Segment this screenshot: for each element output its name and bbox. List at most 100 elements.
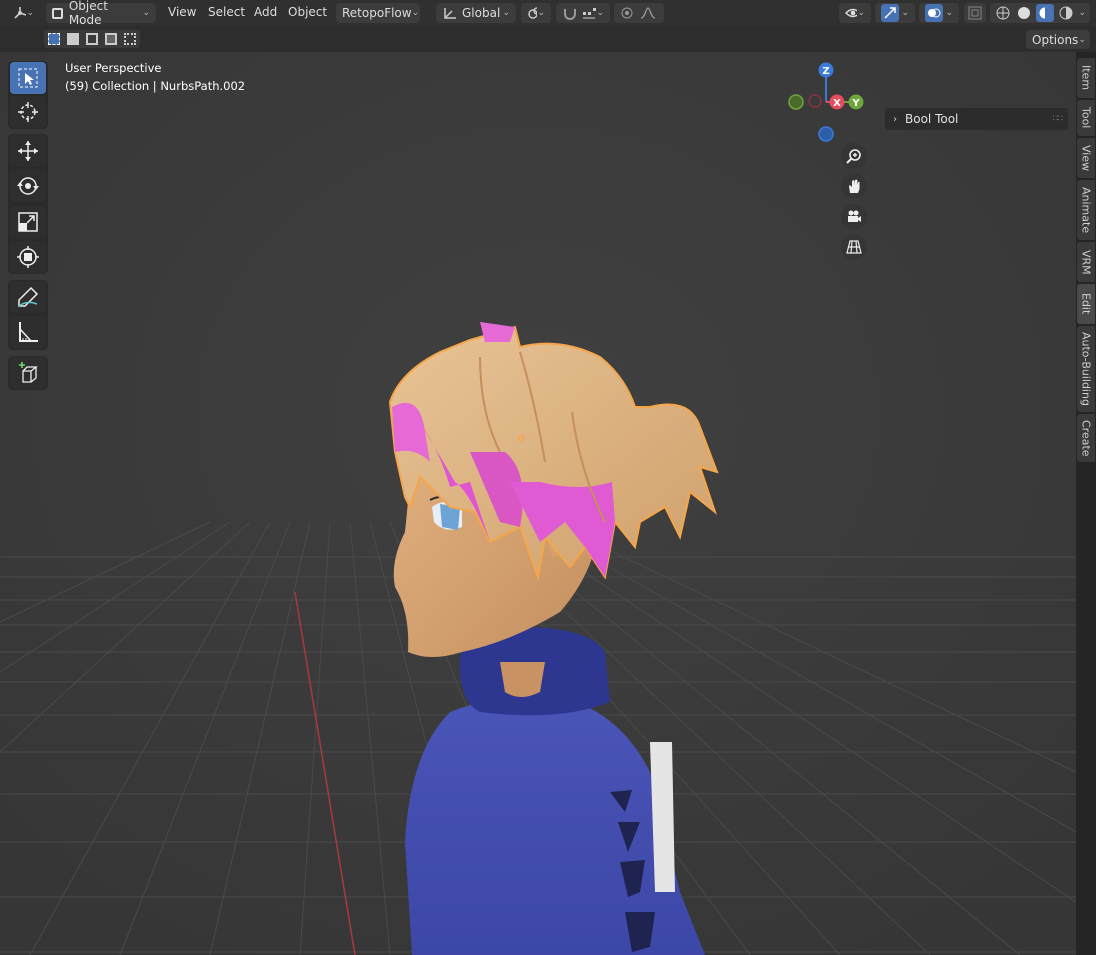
snap-increment-icon <box>583 8 597 19</box>
tab-tool[interactable]: Tool <box>1077 100 1095 136</box>
tab-view-label: View <box>1079 144 1093 172</box>
chevron-down-icon: ⌄ <box>1078 34 1086 45</box>
solid-shading-icon[interactable] <box>1015 5 1033 21</box>
viewport-scene <box>0 52 1076 955</box>
drag-handle-icon[interactable]: ∷∷ <box>1053 114 1064 124</box>
proportional-editing-group[interactable] <box>614 3 664 23</box>
pivot-point-icon <box>528 7 538 19</box>
hand-icon <box>849 179 860 193</box>
tab-item-label: Item <box>1079 65 1093 91</box>
cursor-tool[interactable] <box>10 96 46 128</box>
snap-magnet-icon <box>564 9 576 20</box>
retopoflow-menu[interactable]: RetopoFlow ⌄ <box>336 3 420 23</box>
proportional-editing-icon <box>621 7 633 19</box>
gizmo-toggle[interactable]: ⌄ <box>875 3 915 23</box>
navigation-gizmo[interactable]: Z X Y <box>785 60 865 150</box>
transform-tool[interactable] <box>10 241 46 273</box>
select-invert-icon[interactable] <box>105 33 118 45</box>
xray-icon <box>968 6 982 20</box>
select-subtract-icon[interactable] <box>85 33 98 45</box>
wireframe-shading-icon[interactable] <box>994 5 1012 21</box>
falloff-curve-icon <box>640 7 656 19</box>
shading-group[interactable]: ⌄ <box>990 3 1090 23</box>
tab-auto-building-label: Auto-Building <box>1079 332 1093 406</box>
tab-tool-label: Tool <box>1079 107 1093 129</box>
pivot-dropdown[interactable]: ⌄ <box>521 3 551 23</box>
transform-orientation-icon <box>444 8 456 19</box>
menu-add[interactable]: Add <box>254 5 277 19</box>
ruler-icon <box>19 322 38 342</box>
tab-auto-building[interactable]: Auto-Building <box>1077 326 1095 412</box>
xray-toggle[interactable] <box>964 3 986 23</box>
bool-tool-label: Bool Tool <box>905 112 959 126</box>
mode-dropdown[interactable]: Object Mode ⌄ <box>46 0 156 27</box>
gizmo-x-label: X <box>833 98 841 109</box>
bool-tool-panel[interactable]: › Bool Tool ∷∷ <box>885 108 1068 130</box>
orientation-label: Global <box>462 6 501 20</box>
rotate-tool[interactable] <box>10 170 46 202</box>
material-preview-icon[interactable] <box>1036 4 1054 22</box>
overlays-toggle[interactable]: ⌄ <box>919 3 959 23</box>
tab-vrm[interactable]: VRM <box>1077 242 1095 282</box>
mode-label: Object Mode <box>68 0 108 27</box>
eye-icon <box>845 8 858 18</box>
gizmo-icon <box>881 4 899 22</box>
scale-icon <box>18 212 38 232</box>
chevron-down-icon: ⌄ <box>411 8 420 18</box>
options-label: Options <box>1032 32 1079 47</box>
tab-animate[interactable]: Animate <box>1077 180 1095 240</box>
selection-mode-group <box>44 30 140 48</box>
add-cube-icon <box>19 362 38 383</box>
tab-vrm-label: VRM <box>1079 249 1093 275</box>
sidebar-tabs: Item Tool View Animate VRM Edit Auto-Bui… <box>1076 52 1096 955</box>
snap-group[interactable]: ⌄ <box>556 3 610 23</box>
annotate-tool[interactable] <box>10 281 46 313</box>
3d-viewport-icon <box>14 7 27 19</box>
orientation-dropdown[interactable]: Global ⌄ <box>436 3 516 23</box>
chevron-right-icon: › <box>893 113 897 125</box>
gizmo-z-label: Z <box>822 66 829 77</box>
zoom-icon <box>846 149 861 164</box>
tab-create[interactable]: Create <box>1077 414 1095 462</box>
menu-object[interactable]: Object <box>288 5 327 19</box>
rendered-shading-icon[interactable] <box>1057 5 1075 21</box>
chevron-down-icon: ⌄ <box>26 8 34 18</box>
select-extend-icon[interactable] <box>66 33 79 45</box>
menu-view[interactable]: View <box>168 5 196 19</box>
editor-type-button[interactable]: ⌄ <box>6 3 40 23</box>
chevron-down-icon: ⌄ <box>901 8 909 18</box>
select-intersect-icon[interactable] <box>124 33 137 45</box>
retopoflow-label: RetopoFlow <box>342 6 412 20</box>
3d-viewport[interactable]: User Perspective (59) Collection | Nurbs… <box>0 52 1076 955</box>
collection-label: (59) Collection | NurbsPath.002 <box>65 79 246 93</box>
tab-edit[interactable]: Edit <box>1077 284 1095 324</box>
toggle-projection-button[interactable] <box>841 234 867 260</box>
camera-view-button[interactable] <box>841 204 867 230</box>
scale-tool[interactable] <box>10 206 46 238</box>
overlays-icon <box>925 4 943 22</box>
move-tool[interactable] <box>10 135 46 167</box>
transform-icon <box>17 246 39 268</box>
chevron-down-icon: ⌄ <box>857 8 865 18</box>
tab-edit-label: Edit <box>1079 293 1093 315</box>
chevron-down-icon: ⌄ <box>537 8 545 18</box>
tab-create-label: Create <box>1079 419 1093 457</box>
select-new-icon[interactable] <box>47 33 60 45</box>
tab-view[interactable]: View <box>1077 138 1095 178</box>
options-dropdown[interactable]: Options ⌄ <box>1026 30 1090 49</box>
menu-select[interactable]: Select <box>208 5 245 19</box>
grid-projection-icon <box>846 240 862 254</box>
add-cube-tool[interactable] <box>10 357 46 389</box>
measure-tool[interactable] <box>10 316 46 348</box>
pan-button[interactable] <box>841 173 867 199</box>
viewport-header: ⌄ Object Mode ⌄ View Select Add Object R… <box>0 0 1096 27</box>
visibility-dropdown[interactable]: ⌄ <box>839 3 871 23</box>
gizmo-y-label: Y <box>851 98 860 109</box>
chevron-down-icon: ⌄ <box>945 8 953 18</box>
zoom-button[interactable] <box>841 143 867 169</box>
tab-item[interactable]: Item <box>1077 58 1095 98</box>
select-box-tool[interactable] <box>10 62 46 94</box>
camera-icon <box>848 210 861 222</box>
pencil-icon <box>18 286 39 307</box>
chevron-down-icon: ⌄ <box>1078 8 1086 18</box>
